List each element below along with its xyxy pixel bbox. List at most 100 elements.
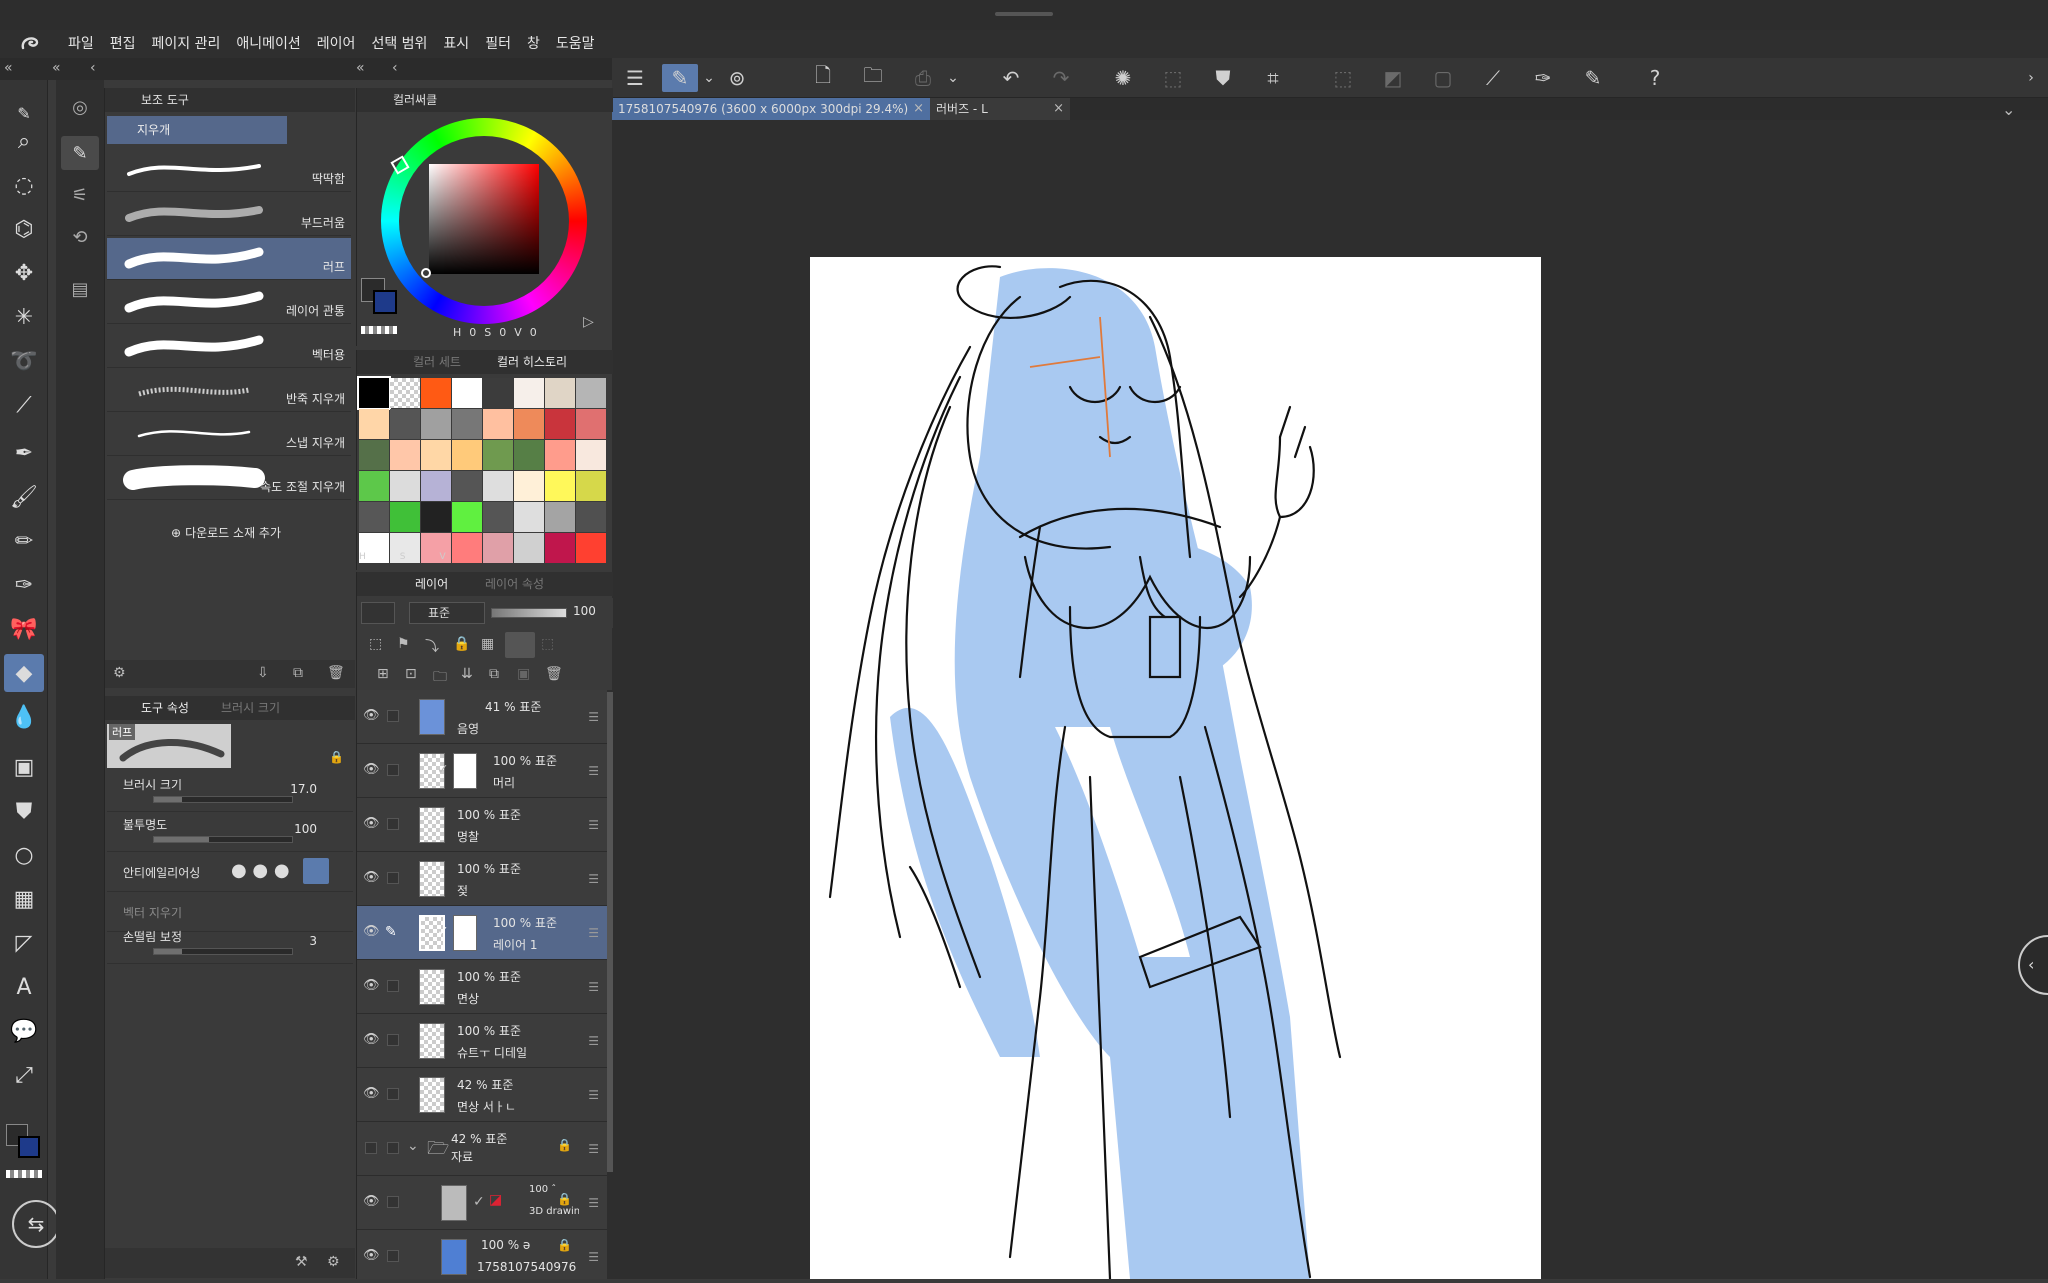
tab-color-set[interactable]: 컬러 세트 [413, 350, 461, 374]
subtool-item[interactable]: 딱딱함 [107, 150, 351, 192]
text-icon[interactable]: A [4, 968, 44, 1006]
layer-name[interactable]: 1758107540976 [477, 1260, 576, 1274]
eye-icon[interactable]: 👁 [363, 1194, 380, 1209]
layer-checkbox[interactable] [387, 1250, 399, 1262]
select-all-icon[interactable]: ⬚ [1158, 64, 1188, 92]
drag-handle-icon[interactable]: ☰ [588, 1196, 599, 1210]
drag-handle-icon[interactable]: ☰ [588, 764, 599, 778]
pencil-icon[interactable]: ✏ [4, 522, 44, 560]
balloon-icon[interactable]: 💬 [4, 1012, 44, 1050]
invert-selection-icon[interactable]: ◩ [1378, 64, 1408, 92]
drag-handle-icon[interactable]: ☰ [588, 872, 599, 886]
undo-icon[interactable]: ↶ [996, 64, 1026, 92]
color-swatch[interactable] [576, 533, 606, 563]
layer-opacity-value[interactable]: 100 [573, 604, 596, 618]
transfer-down-icon[interactable]: ⇊ [461, 666, 473, 682]
layer-row-selected[interactable]: 👁 ✎ ✓ 100 % 표준 레이어 1 ☰ [357, 906, 607, 960]
color-swatch[interactable] [576, 378, 606, 408]
color-swatch[interactable] [576, 502, 606, 532]
antialias-options-icon[interactable]: ● ● ● [231, 860, 290, 881]
layer-checkbox[interactable] [387, 818, 399, 830]
figure-icon[interactable]: ○ [4, 836, 44, 874]
subtool-item[interactable]: 속도 조절 지우개 [107, 458, 351, 500]
lock-icon[interactable]: 🔒 [557, 1238, 572, 1252]
color-swatch[interactable] [421, 471, 451, 501]
color-swatch[interactable] [452, 502, 482, 532]
crop-icon[interactable]: ▢ [1428, 64, 1458, 92]
lock-icon[interactable]: 🔒 [329, 750, 344, 764]
color-swatch[interactable] [483, 471, 513, 501]
layer-row[interactable]: 👁 100 % 표준 면상 ☰ [357, 960, 607, 1014]
tab-document-secondary[interactable]: 러버즈 - L × [930, 98, 1070, 120]
tab-document-main[interactable]: 1758107540976 (3600 x 6000px 300dpi 29.4… [612, 98, 930, 120]
drag-handle-icon[interactable]: ☰ [588, 1142, 599, 1156]
color-swatch[interactable] [483, 378, 513, 408]
download-icon[interactable]: ⇩ [257, 665, 269, 681]
menu-edit[interactable]: 편집 [102, 30, 144, 58]
color-swatch[interactable] [545, 533, 575, 563]
pencil-tool-icon[interactable]: ✎ [1578, 64, 1608, 92]
subtool-item[interactable]: 레이어 관통 [107, 282, 351, 324]
color-swatch[interactable] [514, 440, 544, 470]
subtool-group-tab[interactable]: 지우개 [107, 116, 287, 144]
app-logo-icon[interactable] [0, 30, 60, 58]
collapse-left-icon[interactable]: « [356, 60, 365, 76]
layer-checkbox[interactable] [387, 1196, 399, 1208]
drag-handle-icon[interactable]: ☰ [588, 926, 599, 940]
add-material-button[interactable]: ⊕ 다운로드 소재 추가 [171, 524, 281, 541]
trash-icon[interactable]: 🗑 [327, 665, 345, 681]
tab-layer-property[interactable]: 레이어 속성 [485, 572, 544, 596]
color-swatch[interactable] [576, 471, 606, 501]
open-file-icon[interactable]: 🗀 [858, 63, 888, 92]
brush-size-value[interactable]: 17.0 [290, 782, 317, 796]
color-swatch[interactable] [545, 502, 575, 532]
window-drag-handle[interactable] [995, 12, 1053, 16]
color-swatch[interactable] [514, 378, 544, 408]
help-icon[interactable]: ? [1640, 64, 1670, 92]
close-icon[interactable]: × [1053, 98, 1064, 120]
layer-checkbox[interactable] [387, 1088, 399, 1100]
draft-layer-icon[interactable]: ⚑ [397, 636, 410, 652]
chevron-left-icon[interactable]: ‹ [90, 60, 96, 76]
color-swatch[interactable] [514, 502, 544, 532]
mask-toggle-icon[interactable] [505, 632, 535, 658]
transform-icon[interactable]: ⌗ [1258, 64, 1288, 92]
correct-line-icon[interactable]: ⤢ [4, 1056, 44, 1094]
color-swatch[interactable] [390, 378, 420, 408]
new-vector-layer-icon[interactable]: ⊡ [405, 666, 417, 682]
layer-row[interactable]: 👁 100 % ǝ 1758107540976 🔒 ☰ [357, 1230, 607, 1279]
color-swatch[interactable] [359, 471, 389, 501]
color-swatch[interactable] [421, 502, 451, 532]
wrench-icon[interactable]: ⚒ [295, 1254, 308, 1270]
color-swatch[interactable] [390, 440, 420, 470]
layer-row[interactable]: 👁 100 % 표준 슈트ㅜ 디테일 ☰ [357, 1014, 607, 1068]
layer-opacity-slider[interactable] [491, 608, 567, 618]
chevron-down-icon[interactable]: ⌄ [2002, 100, 2015, 119]
menu-filter[interactable]: 필터 [477, 30, 519, 58]
color-swatch[interactable] [514, 533, 544, 563]
layer-checkbox[interactable] [387, 1034, 399, 1046]
transparent-color-chip[interactable] [6, 1170, 42, 1178]
color-swatch[interactable] [576, 440, 606, 470]
color-swatch[interactable] [359, 502, 389, 532]
layer-row[interactable]: 👁 42 % 표준 면상 서ㅏㄴ ☰ [357, 1068, 607, 1122]
eye-icon[interactable]: 👁 [363, 870, 380, 885]
layer-name[interactable]: 명찰 [457, 828, 479, 845]
menu-layer[interactable]: 레이어 [309, 30, 364, 58]
trash-icon[interactable]: 🗑 [545, 666, 563, 682]
sub-color-chip[interactable] [18, 1136, 40, 1158]
blend-mode-select[interactable]: 표준 [409, 602, 485, 624]
eyedropper-icon[interactable]: ⟋ [4, 386, 44, 424]
opacity-value[interactable]: 100 [294, 822, 317, 836]
color-swatch[interactable] [390, 471, 420, 501]
layer-row[interactable]: 👁 100 % 표준 명찰 ☰ [357, 798, 607, 852]
eye-icon[interactable]: 👁 [363, 1032, 380, 1047]
drag-handle-icon[interactable]: ☰ [588, 710, 599, 724]
layer-name[interactable]: 면상 [457, 990, 479, 1007]
brush-size-slider[interactable] [153, 796, 293, 803]
eye-icon[interactable]: 👁 [363, 708, 380, 723]
reference-layer-icon[interactable]: ⬚ [369, 636, 382, 652]
tab-layer[interactable]: 레이어 [415, 572, 448, 596]
new-raster-layer-icon[interactable]: ⊞ [377, 666, 389, 682]
object-select-icon[interactable]: ⌬ [4, 210, 44, 248]
